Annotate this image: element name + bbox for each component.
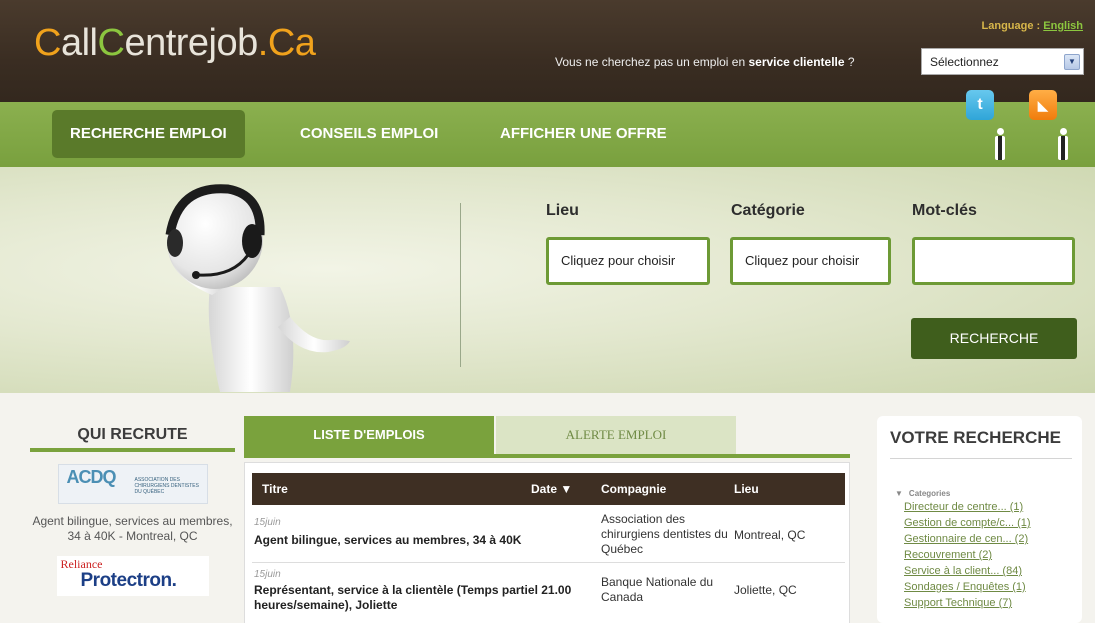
rss-icon[interactable]: ◣	[1029, 90, 1057, 120]
votre-recherche-panel: VOTRE RECHERCHE ▼ Categories Directeur de…	[877, 416, 1082, 623]
acdq-logo[interactable]: ACDQ ASSOCIATION DES CHIRURGIENS DENTIST…	[57, 464, 208, 504]
col-titre[interactable]: Titre	[262, 473, 288, 505]
category-link[interactable]: Sondages / Enquêtes (1)	[904, 579, 1082, 595]
tab-alerte-emploi[interactable]: ALERTE EMPLOI	[496, 416, 736, 454]
lieu-label: Lieu	[546, 202, 579, 219]
headset-agent-illustration	[165, 184, 350, 392]
col-lieu[interactable]: Lieu	[734, 473, 759, 505]
site-logo[interactable]: CallCentrejob.Ca	[34, 22, 316, 65]
language-link-english[interactable]: English	[1043, 20, 1083, 32]
category-link[interactable]: Gestionnaire de cen... (2)	[904, 531, 1082, 547]
acdq-job-link[interactable]: Agent bilingue, services au membres, 34 …	[30, 514, 235, 544]
qui-recrute-panel: QUI RECRUTE ACDQ ASSOCIATION DES CHIRURG…	[30, 416, 235, 623]
page: CallCentrejob.Ca Language : English Vous…	[0, 0, 1095, 623]
triangle-down-icon: ▼	[895, 489, 903, 498]
category-link[interactable]: Recouvrement (2)	[904, 547, 1082, 563]
hero-divider	[460, 203, 461, 367]
category-link[interactable]: Support Technique (7)	[904, 595, 1082, 611]
job-tabs: LISTE D'EMPLOIS ALERTE EMPLOI	[244, 416, 850, 458]
nav-afficher-offre[interactable]: AFFICHER UNE OFFRE	[482, 110, 685, 158]
search-hero: Lieu Catégorie Mot-clés Cliquez pour cho…	[0, 167, 1095, 393]
qui-recrute-title: QUI RECRUTE	[30, 416, 235, 452]
sector-select[interactable]: Sélectionnez ▼	[921, 48, 1084, 75]
job-table-header: Titre Date ▼ Compagnie Lieu	[252, 473, 845, 505]
category-link[interactable]: Gestion de compte/c... (1)	[904, 515, 1082, 531]
categorie-field[interactable]: Cliquez pour choisir	[730, 237, 891, 285]
job-list-panel: LISTE D'EMPLOIS ALERTE EMPLOI Titre Date…	[244, 416, 850, 623]
nav-conseils-emploi[interactable]: CONSEILS EMPLOI	[282, 110, 456, 158]
twitter-icon[interactable]: t	[966, 90, 994, 120]
col-date[interactable]: Date ▼	[531, 473, 572, 505]
header-tagline: Vous ne cherchez pas un emploi en servic…	[555, 55, 855, 69]
category-link[interactable]: Service à la client... (84)	[904, 563, 1082, 579]
job-table: Titre Date ▼ Compagnie Lieu 15juin Agent…	[244, 462, 850, 623]
col-compagnie[interactable]: Compagnie	[601, 473, 666, 505]
table-row[interactable]: 15juin Agent bilingue, services au membr…	[252, 507, 845, 563]
table-row[interactable]: 15juin Représentant, service à la client…	[252, 563, 845, 623]
category-link[interactable]: Directeur de centre... (1)	[904, 499, 1082, 515]
votre-recherche-title: VOTRE RECHERCHE	[890, 428, 1072, 459]
chevron-down-icon[interactable]: ▼	[1064, 54, 1080, 70]
language-switch: Language : English	[981, 20, 1083, 32]
site-header: CallCentrejob.Ca Language : English Vous…	[0, 0, 1095, 102]
person-figure-icon	[995, 128, 1005, 160]
nav-recherche-emploi[interactable]: RECHERCHE EMPLOI	[52, 110, 245, 158]
categories-toggle[interactable]: ▼ Categories	[895, 485, 1082, 499]
sector-select-value: Sélectionnez	[930, 55, 999, 69]
lieu-field[interactable]: Cliquez pour choisir	[546, 237, 710, 285]
categorie-label: Catégorie	[731, 202, 805, 219]
main-nav: RECHERCHE EMPLOI CONSEILS EMPLOI AFFICHE…	[0, 90, 1095, 167]
reliance-protectron-logo[interactable]: Reliance Protectron.	[56, 556, 209, 596]
tab-liste-emplois[interactable]: LISTE D'EMPLOIS	[244, 416, 494, 454]
motcles-label: Mot-clés	[912, 202, 977, 219]
person-figure-icon	[1058, 128, 1068, 160]
recherche-button[interactable]: RECHERCHE	[911, 318, 1077, 359]
motcles-input[interactable]	[912, 237, 1075, 285]
